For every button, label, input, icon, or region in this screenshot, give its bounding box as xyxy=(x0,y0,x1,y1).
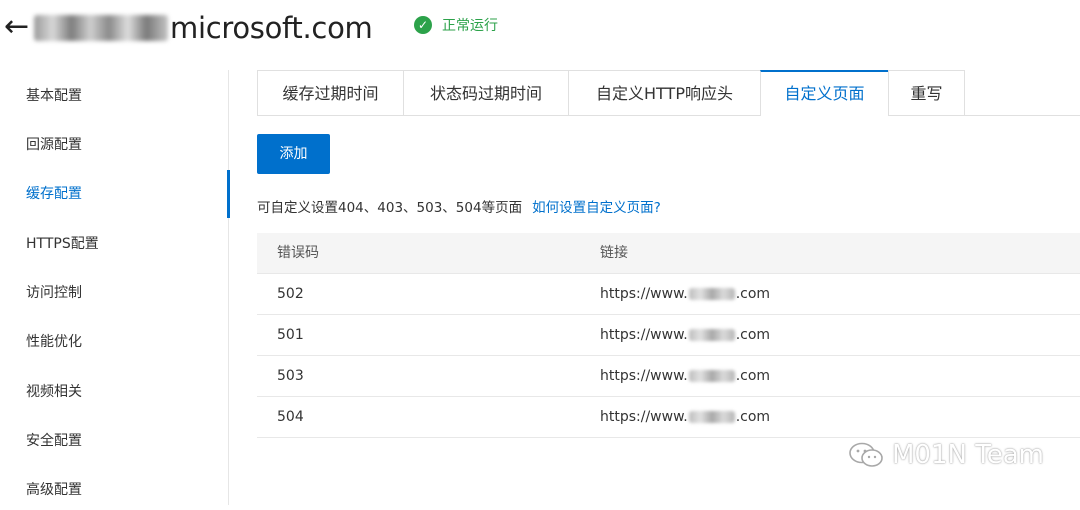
link-suffix: .com xyxy=(735,327,771,343)
link-prefix: https://www. xyxy=(600,286,688,302)
add-button[interactable]: 添加 xyxy=(257,134,330,174)
domain-suffix: microsoft.com xyxy=(170,11,373,45)
sidebar-item-performance[interactable]: 性能优化 xyxy=(0,322,228,362)
link-prefix: https://www. xyxy=(600,368,688,384)
description-text: 可自定义设置404、403、503、504等页面 xyxy=(257,200,523,216)
error-page-table: 错误码 链接 502 https://www. .com 501 https://… xyxy=(257,233,1080,438)
page-link: https://www. .com xyxy=(600,356,770,396)
link-prefix: https://www. xyxy=(600,409,688,425)
page-link: https://www. .com xyxy=(600,274,770,314)
page-link: https://www. .com xyxy=(600,397,770,437)
table-row: 503 https://www. .com xyxy=(257,356,1080,397)
domain-title: microsoft.com xyxy=(34,10,373,46)
sidebar-active-indicator xyxy=(227,170,230,218)
table-row: 501 https://www. .com xyxy=(257,315,1080,356)
status-text: 正常运行 xyxy=(442,18,498,34)
error-code: 501 xyxy=(277,327,304,343)
link-suffix: .com xyxy=(735,409,771,425)
sidebar-item-advanced[interactable]: 高级配置 xyxy=(0,470,228,510)
error-code: 503 xyxy=(277,368,304,384)
tab-cache-expiry[interactable]: 缓存过期时间 xyxy=(257,70,404,115)
redacted-domain xyxy=(688,370,735,382)
redacted-domain xyxy=(688,411,735,423)
error-code: 504 xyxy=(277,409,304,425)
tab-custom-http-header[interactable]: 自定义HTTP响应头 xyxy=(568,70,761,115)
sidebar-item-origin[interactable]: 回源配置 xyxy=(0,125,228,165)
sidebar-item-access-control[interactable]: 访问控制 xyxy=(0,273,228,313)
column-header-code: 错误码 xyxy=(277,245,319,261)
sidebar-item-security[interactable]: 安全配置 xyxy=(0,421,228,461)
redacted-subdomain xyxy=(34,15,168,41)
description: 可自定义设置404、403、503、504等页面 如何设置自定义页面? xyxy=(257,196,661,216)
tab-bar: 缓存过期时间 状态码过期时间 自定义HTTP响应头 自定义页面 重写 xyxy=(257,70,1080,116)
error-code: 502 xyxy=(277,286,304,302)
tab-status-code-expiry[interactable]: 状态码过期时间 xyxy=(403,70,569,115)
help-link[interactable]: 如何设置自定义页面? xyxy=(532,196,661,216)
sidebar-nav: 基本配置 回源配置 缓存配置 HTTPS配置 访问控制 性能优化 视频相关 安全… xyxy=(0,70,230,505)
link-prefix: https://www. xyxy=(600,327,688,343)
link-suffix: .com xyxy=(735,286,771,302)
sidebar-item-video[interactable]: 视频相关 xyxy=(0,372,228,412)
watermark: M01N Team xyxy=(848,440,1044,470)
table-row: 504 https://www. .com xyxy=(257,397,1080,438)
back-arrow-icon[interactable]: ← xyxy=(4,10,29,44)
redacted-domain xyxy=(688,288,735,300)
page-header: ← microsoft.com ✓ 正常运行 xyxy=(0,0,1080,56)
wechat-icon xyxy=(849,442,883,467)
tab-custom-page[interactable]: 自定义页面 xyxy=(760,70,889,116)
check-circle-icon: ✓ xyxy=(414,16,432,34)
status-indicator: ✓ 正常运行 xyxy=(414,15,498,35)
watermark-text: M01N Team xyxy=(892,440,1044,470)
tab-rewrite[interactable]: 重写 xyxy=(888,70,965,115)
sidebar-item-basic[interactable]: 基本配置 xyxy=(0,76,228,116)
sidebar-item-cache[interactable]: 缓存配置 xyxy=(0,174,228,214)
sidebar-item-https[interactable]: HTTPS配置 xyxy=(0,224,228,264)
column-header-link: 链接 xyxy=(600,245,628,261)
redacted-domain xyxy=(688,329,735,341)
link-suffix: .com xyxy=(735,368,771,384)
table-header: 错误码 链接 xyxy=(257,233,1080,274)
table-row: 502 https://www. .com xyxy=(257,274,1080,315)
page-link: https://www. .com xyxy=(600,315,770,355)
